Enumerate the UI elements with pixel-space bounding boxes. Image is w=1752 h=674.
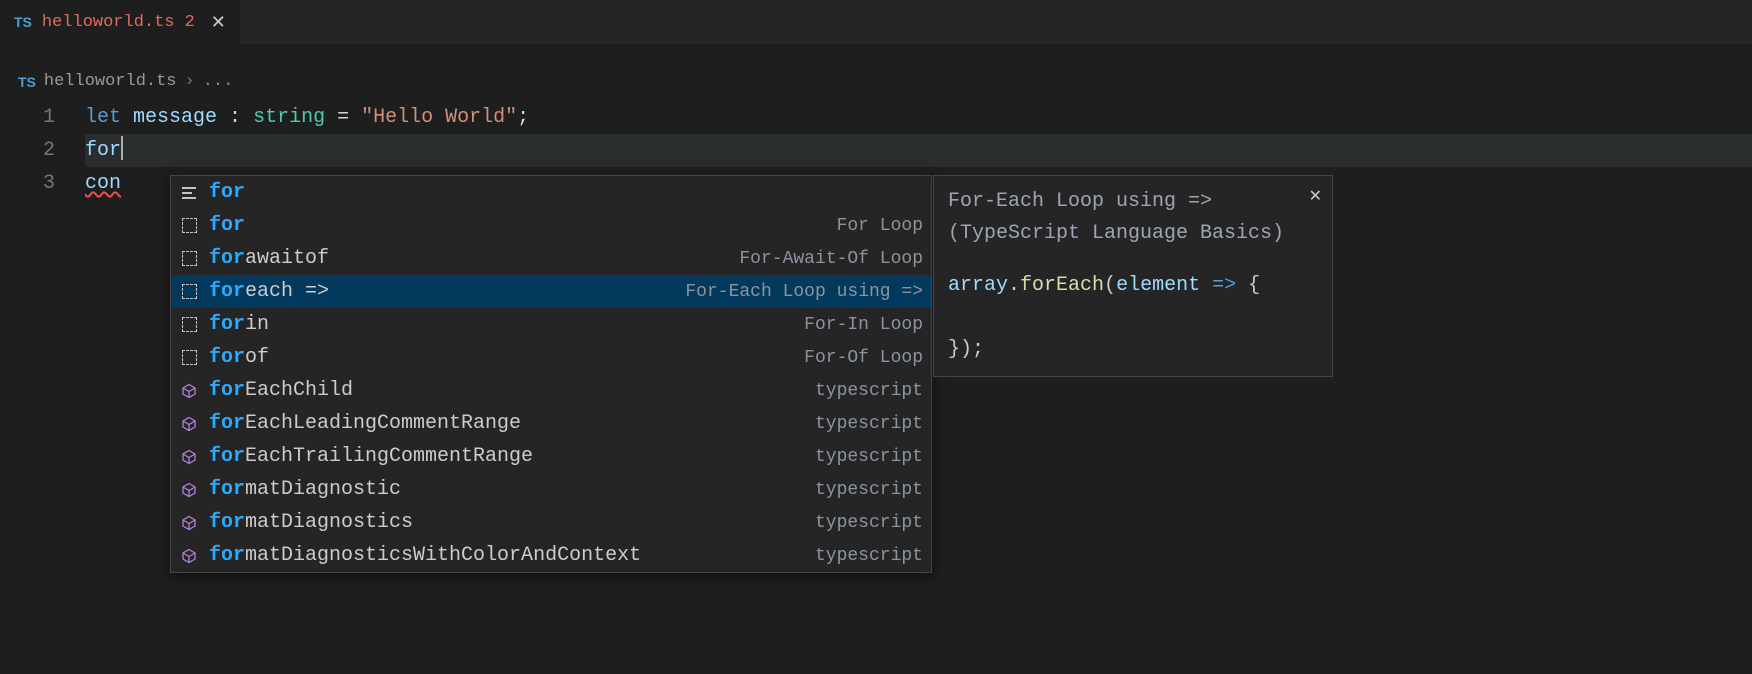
close-icon[interactable]: ✕	[211, 12, 226, 33]
suggestion-label: foreach =>	[209, 280, 675, 303]
typescript-icon: TS	[14, 14, 32, 30]
suggestion-label: for	[209, 214, 827, 237]
suggestion-label: for	[209, 181, 923, 204]
line-number: 3	[0, 167, 55, 200]
suggestion-item[interactable]: forawaitof For-Await-Of Loop	[171, 242, 931, 275]
keyword-icon	[179, 183, 199, 203]
suggestion-detail-title: For-Each Loop using => (TypeScript Langu…	[948, 186, 1318, 250]
suggestion-label: formatDiagnostic	[209, 478, 805, 501]
close-icon[interactable]: ✕	[1309, 184, 1322, 210]
suggestion-item[interactable]: for	[171, 176, 931, 209]
suggestion-item[interactable]: forEachLeadingCommentRange typescript	[171, 407, 931, 440]
suggestion-detail-popup: ✕ For-Each Loop using => (TypeScript Lan…	[933, 175, 1333, 377]
suggestion-description: typescript	[815, 381, 923, 401]
suggestion-item[interactable]: formatDiagnosticsWithColorAndContext type…	[171, 539, 931, 572]
snippet-icon	[179, 348, 199, 368]
suggestion-item[interactable]: foreach => For-Each Loop using =>	[171, 275, 931, 308]
suggestion-label: forEachTrailingCommentRange	[209, 445, 805, 468]
tab-filename: helloworld.ts	[42, 13, 175, 32]
typescript-icon: TS	[18, 74, 36, 90]
suggestion-description: typescript	[815, 414, 923, 434]
function-icon	[179, 414, 199, 434]
suggestion-label: forof	[209, 346, 794, 369]
suggestion-description: For Loop	[837, 216, 923, 236]
function-icon	[179, 447, 199, 467]
suggestion-label: forawaitof	[209, 247, 729, 270]
suggestion-item[interactable]: forof For-Of Loop	[171, 341, 931, 374]
function-icon	[179, 546, 199, 566]
line-number: 1	[0, 101, 55, 134]
tab-problems-badge: 2	[185, 13, 195, 32]
suggestion-label: formatDiagnostics	[209, 511, 805, 534]
suggestion-description: typescript	[815, 480, 923, 500]
suggestion-description: typescript	[815, 513, 923, 533]
intellisense-popup[interactable]: for for For Loop forawaitof For-Await-Of Loo…	[170, 175, 932, 573]
suggestion-label: forin	[209, 313, 794, 336]
editor-tab[interactable]: TS helloworld.ts 2 ✕	[0, 0, 241, 44]
text-cursor	[121, 136, 123, 160]
suggestion-item[interactable]: formatDiagnostics typescript	[171, 506, 931, 539]
breadcrumb[interactable]: TS helloworld.ts › ...	[0, 64, 1752, 99]
tab-bar: TS helloworld.ts 2 ✕	[0, 0, 1752, 44]
function-icon	[179, 381, 199, 401]
breadcrumb-more: ...	[203, 72, 234, 91]
function-icon	[179, 513, 199, 533]
suggestion-description: For-Of Loop	[804, 348, 923, 368]
suggestion-description: For-In Loop	[804, 315, 923, 335]
chevron-right-icon: ›	[185, 72, 195, 91]
suggestion-label: forEachLeadingCommentRange	[209, 412, 805, 435]
suggestion-description: typescript	[815, 546, 923, 566]
code-line: let message : string = "Hello World";	[85, 101, 1752, 134]
line-number: 2	[0, 134, 55, 167]
suggestion-item[interactable]: forEachTrailingCommentRange typescript	[171, 440, 931, 473]
suggestion-item[interactable]: forEachChild typescript	[171, 374, 931, 407]
suggestion-item[interactable]: forin For-In Loop	[171, 308, 931, 341]
snippet-icon	[179, 282, 199, 302]
code-line: for	[85, 134, 1752, 167]
suggestion-label: formatDiagnosticsWithColorAndContext	[209, 544, 805, 567]
line-number-gutter: 1 2 3	[0, 101, 85, 200]
suggestion-description: typescript	[815, 447, 923, 467]
suggestion-description: For-Await-Of Loop	[739, 249, 923, 269]
suggestion-item[interactable]: for For Loop	[171, 209, 931, 242]
suggestion-item[interactable]: formatDiagnostic typescript	[171, 473, 931, 506]
suggestion-label: forEachChild	[209, 379, 805, 402]
snippet-icon	[179, 249, 199, 269]
suggestion-detail-code: array.forEach(element => { });	[948, 270, 1318, 366]
suggestion-description: For-Each Loop using =>	[685, 282, 923, 302]
breadcrumb-filename: helloworld.ts	[44, 72, 177, 91]
snippet-icon	[179, 216, 199, 236]
snippet-icon	[179, 315, 199, 335]
function-icon	[179, 480, 199, 500]
